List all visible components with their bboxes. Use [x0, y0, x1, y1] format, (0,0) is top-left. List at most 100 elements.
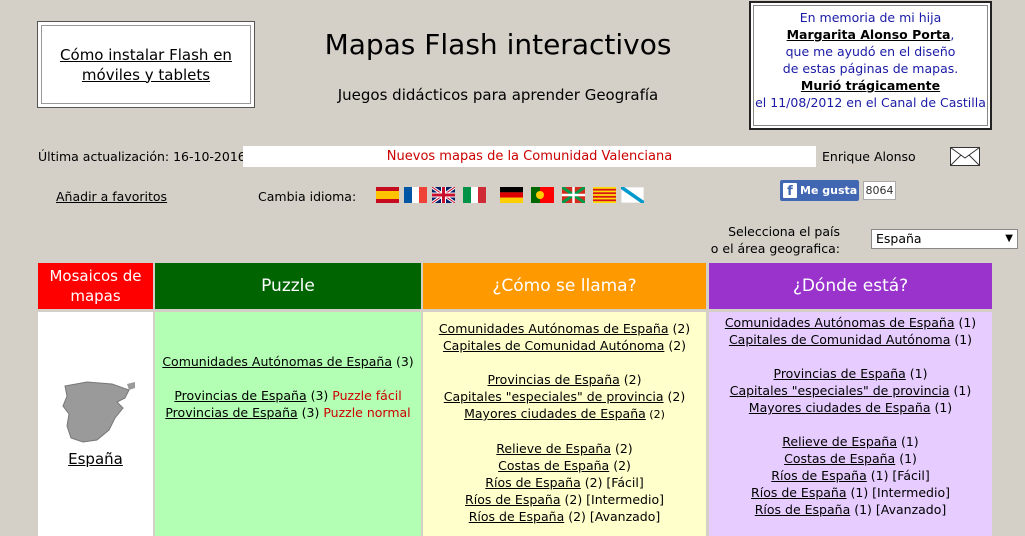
variant-count: (2) — [668, 321, 691, 336]
list-item: Relieve de España (1) — [709, 433, 992, 450]
variant-count: (1) [Avanzado] — [850, 502, 947, 517]
variant-count: (2) [Fácil] — [580, 475, 644, 490]
map-game-link[interactable]: Ríos de España — [465, 492, 560, 507]
list-item: Ríos de España (1) [Fácil] — [709, 467, 992, 484]
memorial-death-note: Murió trágicamente — [800, 78, 941, 93]
variant-count: (2) — [619, 372, 642, 387]
facebook-like-label: Me gusta — [800, 184, 858, 197]
mosaics-column: España — [38, 312, 153, 536]
map-game-link[interactable]: Ríos de España — [771, 468, 866, 483]
map-game-link[interactable]: Costas de España — [784, 451, 895, 466]
catalonia-flag-icon[interactable] — [593, 187, 616, 203]
variant-count: (2) — [609, 458, 631, 473]
variant-count: (1) — [905, 366, 928, 381]
add-favorites-link[interactable]: Añadir a favoritos — [56, 189, 167, 204]
dropdown-arrow-icon: ▼ — [1005, 233, 1013, 244]
column-header-mosaics: Mosaicos de mapas — [38, 263, 153, 309]
news-ticker[interactable]: Nuevos mapas de la Comunidad Valenciana — [243, 146, 816, 167]
page-title: Mapas Flash interactivos — [324, 28, 672, 61]
list-item: Comunidades Autónomas de España (1) — [709, 314, 992, 331]
name-game-column: Comunidades Autónomas de España (2) Capit… — [423, 312, 706, 536]
mosaic-spain-link[interactable]: España — [38, 450, 153, 468]
map-game-link[interactable]: Capitales de Comunidad Autónoma — [729, 332, 950, 347]
list-item: Mayores ciudades de España (2) — [423, 405, 706, 423]
galicia-flag-icon[interactable] — [621, 187, 644, 203]
country-select[interactable]: España ▼ — [871, 229, 1018, 249]
list-item: Capitales de Comunidad Autónoma (2) — [423, 337, 706, 354]
map-game-link[interactable]: Comunidades Autónomas de España — [725, 315, 955, 330]
memorial-line: En memoria de mi hija — [799, 10, 942, 25]
list-item: Capitales "especiales" de provincia (2) — [423, 388, 706, 405]
memorial-box: En memoria de mi hija Margarita Alonso P… — [749, 1, 992, 130]
memorial-line: que me ayudó en el diseño — [785, 44, 956, 59]
facebook-like-count: 8064 — [863, 181, 896, 200]
column-header-where-game: ¿Dónde está? — [709, 263, 992, 309]
variant-count: (2) — [611, 441, 633, 456]
map-game-link[interactable]: Ríos de España — [751, 485, 846, 500]
map-game-link[interactable]: Comunidades Autónomas de España — [162, 354, 392, 369]
list-item: Ríos de España (2) [Fácil] — [423, 474, 706, 491]
country-selected-value: España — [876, 231, 922, 246]
map-game-link[interactable]: Ríos de España — [755, 502, 850, 517]
variant-count: (3) — [392, 354, 414, 369]
map-game-link[interactable]: Costas de España — [498, 458, 609, 473]
list-item: Mayores ciudades de España (1) — [709, 399, 992, 416]
variant-count: (2) — [645, 408, 665, 421]
map-game-link[interactable]: Ríos de España — [469, 509, 564, 524]
where-game-column: Comunidades Autónomas de España (1) Capit… — [709, 312, 992, 536]
variant-count: (2) [Intermedio] — [560, 492, 664, 507]
list-item: Ríos de España (2) [Avanzado] — [423, 508, 706, 525]
germany-flag-icon[interactable] — [500, 187, 523, 203]
portugal-flag-icon[interactable] — [531, 187, 554, 203]
list-item: Capitales de Comunidad Autónoma (1) — [709, 331, 992, 348]
flash-install-link[interactable]: Cómo instalar Flash en móviles y tablets — [56, 45, 236, 85]
list-item: Costas de España (2) — [423, 457, 706, 474]
variant-count: (1) — [895, 451, 917, 466]
country-select-label: Selecciona el país o el área geografica: — [710, 224, 840, 256]
puzzle-column: Comunidades Autónomas de España (3) Provi… — [155, 312, 421, 536]
last-update-label: Última actualización: 16-10-2016 — [38, 149, 246, 164]
spain-flag-icon[interactable] — [376, 187, 399, 203]
variant-count: (3) — [297, 405, 320, 420]
variant-count: (1) — [950, 332, 973, 347]
map-game-link[interactable]: Provincias de España — [488, 372, 620, 387]
list-item: Ríos de España (2) [Intermedio] — [423, 491, 706, 508]
language-label: Cambia idioma: — [258, 189, 357, 204]
spain-map-thumbnail[interactable] — [57, 378, 137, 448]
list-item: Provincias de España (2) — [423, 371, 706, 388]
variant-count: (2) — [664, 338, 687, 353]
puzzle-level-note: Puzzle normal — [319, 405, 411, 420]
flash-install-box: Cómo instalar Flash en móviles y tablets — [37, 21, 255, 108]
variant-count: (1) — [897, 434, 919, 449]
map-game-link[interactable]: Capitales "especiales" de provincia — [444, 389, 664, 404]
map-game-link[interactable]: Comunidades Autónomas de España — [439, 321, 669, 336]
france-flag-icon[interactable] — [404, 187, 427, 203]
uk-flag-icon[interactable] — [432, 187, 455, 203]
facebook-like-button[interactable]: f Me gusta — [780, 180, 859, 201]
variant-count: (2) [Avanzado] — [564, 509, 661, 524]
page-subtitle: Juegos didácticos para aprender Geografí… — [337, 86, 659, 104]
map-game-link[interactable]: Capitales de Comunidad Autónoma — [443, 338, 664, 353]
column-header-puzzle: Puzzle — [155, 263, 421, 309]
map-game-link[interactable]: Provincias de España — [774, 366, 906, 381]
map-game-link[interactable]: Provincias de España — [165, 405, 297, 420]
list-item: Capitales "especiales" de provincia (1) — [709, 382, 992, 399]
map-game-link[interactable]: Provincias de España — [174, 388, 306, 403]
memorial-line: de estas páginas de mapas. — [782, 61, 959, 76]
map-game-link[interactable]: Mayores ciudades de España — [464, 406, 646, 421]
memorial-name-link[interactable]: Margarita Alonso Porta — [787, 27, 951, 42]
list-item: Provincias de España (1) — [709, 365, 992, 382]
map-game-link[interactable]: Ríos de España — [485, 475, 580, 490]
map-game-link[interactable]: Relieve de España — [782, 434, 897, 449]
basque-flag-icon[interactable] — [562, 187, 585, 203]
variant-count: (1) — [949, 383, 972, 398]
variant-count: (1) — [954, 315, 977, 330]
map-game-link[interactable]: Relieve de España — [496, 441, 611, 456]
map-game-link[interactable]: Capitales "especiales" de provincia — [730, 383, 950, 398]
variant-count: (1) — [930, 400, 953, 415]
italy-flag-icon[interactable] — [463, 187, 486, 203]
facebook-icon: f — [783, 183, 797, 199]
list-item: Provincias de España (3) Puzzle fácil — [155, 387, 421, 404]
envelope-icon[interactable] — [950, 147, 980, 166]
map-game-link[interactable]: Mayores ciudades de España — [749, 400, 931, 415]
